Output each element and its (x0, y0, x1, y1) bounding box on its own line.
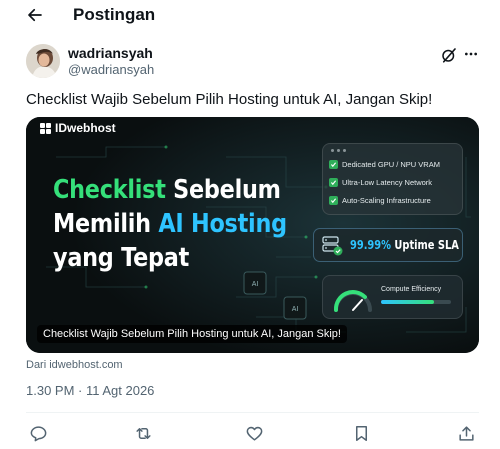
feature-item: Auto-Scaling Infrastructure (329, 194, 431, 207)
more-horizontal-icon (465, 52, 477, 56)
checkbox-checked-icon (329, 178, 338, 187)
grok-button[interactable] (440, 46, 458, 64)
feature-checklist-panel: Dedicated GPU / NPU VRAM Ultra-Low Laten… (322, 143, 463, 215)
headline-word-sebelum: Sebelum (173, 175, 281, 205)
uptime-sla-label: Uptime SLA (394, 238, 459, 252)
divider (26, 412, 479, 413)
more-options-button[interactable] (462, 45, 480, 63)
tweet-actions (0, 422, 500, 444)
top-bar: Postingan (0, 0, 500, 32)
like-button[interactable] (243, 422, 265, 444)
repost-icon (135, 427, 151, 439)
share-button[interactable] (455, 422, 477, 444)
arrow-left-icon (28, 8, 42, 22)
card-source-link[interactable]: Dari idwebhost.com (26, 358, 123, 372)
ai-chip-label: AI (292, 306, 299, 313)
headline-word-ai-hosting: AI Hosting (158, 209, 287, 239)
compute-efficiency-label: Compute Efficiency (381, 286, 442, 293)
gauge-icon (333, 290, 372, 312)
feature-label: Dedicated GPU / NPU VRAM (342, 160, 440, 169)
checkbox-checked-icon (329, 160, 338, 169)
reply-icon (30, 425, 46, 441)
brand-name: IDwebhost (55, 121, 116, 135)
tweet-timestamp[interactable]: 1.30 PM · 11 Agt 2026 (26, 382, 154, 399)
compute-efficiency-bar (381, 300, 451, 304)
ai-chip-label: AI (252, 281, 259, 288)
bookmark-icon (355, 425, 367, 441)
brand-logo-icon (40, 122, 51, 134)
back-button[interactable] (24, 4, 46, 26)
feature-label: Ultra-Low Latency Network (342, 178, 433, 187)
repost-button[interactable] (132, 422, 154, 444)
window-dots-icon (331, 149, 346, 152)
author-handle[interactable]: @wadriansyah (68, 62, 154, 78)
checkbox-checked-icon (329, 196, 338, 205)
uptime-sla-panel: 99.99% Uptime SLA (313, 228, 463, 262)
tweet-text: Checklist Wajib Sebelum Pilih Hosting un… (26, 91, 433, 108)
uptime-sla-value: 99.99% (350, 238, 391, 252)
card-caption: Checklist Wajib Sebelum Pilih Hosting un… (37, 325, 347, 343)
compute-efficiency-panel: Compute Efficiency (322, 275, 463, 319)
headline-word-memilih: Memilih (53, 209, 151, 239)
feature-item: Ultra-Low Latency Network (329, 176, 432, 189)
bookmark-button[interactable] (350, 422, 372, 444)
card-brand: IDwebhost (40, 121, 116, 135)
ai-chip-icon: AI (252, 281, 259, 288)
avatar[interactable] (26, 44, 60, 78)
feature-item: Dedicated GPU / NPU VRAM (329, 158, 440, 171)
link-card[interactable]: IDwebhost Checklist Sebelum Memilih AI H… (26, 117, 479, 353)
page-title: Postingan (73, 5, 156, 24)
headline-line-yang-tepat: yang Tepat (53, 243, 190, 273)
ai-chip-icon: AI (292, 306, 299, 313)
card-headline: Checklist Sebelum Memilih AI Hosting yan… (53, 173, 287, 275)
uptime-sla-text: 99.99% Uptime SLA (350, 238, 459, 252)
compute-efficiency-fill (381, 300, 434, 304)
like-icon (246, 426, 262, 441)
share-icon (458, 425, 474, 441)
headline-word-checklist: Checklist (53, 175, 166, 205)
reply-button[interactable] (27, 422, 49, 444)
feature-label: Auto-Scaling Infrastructure (342, 196, 431, 205)
server-icon (322, 236, 343, 256)
author-display-name[interactable]: wadriansyah (68, 45, 153, 62)
grok-icon (442, 48, 456, 63)
